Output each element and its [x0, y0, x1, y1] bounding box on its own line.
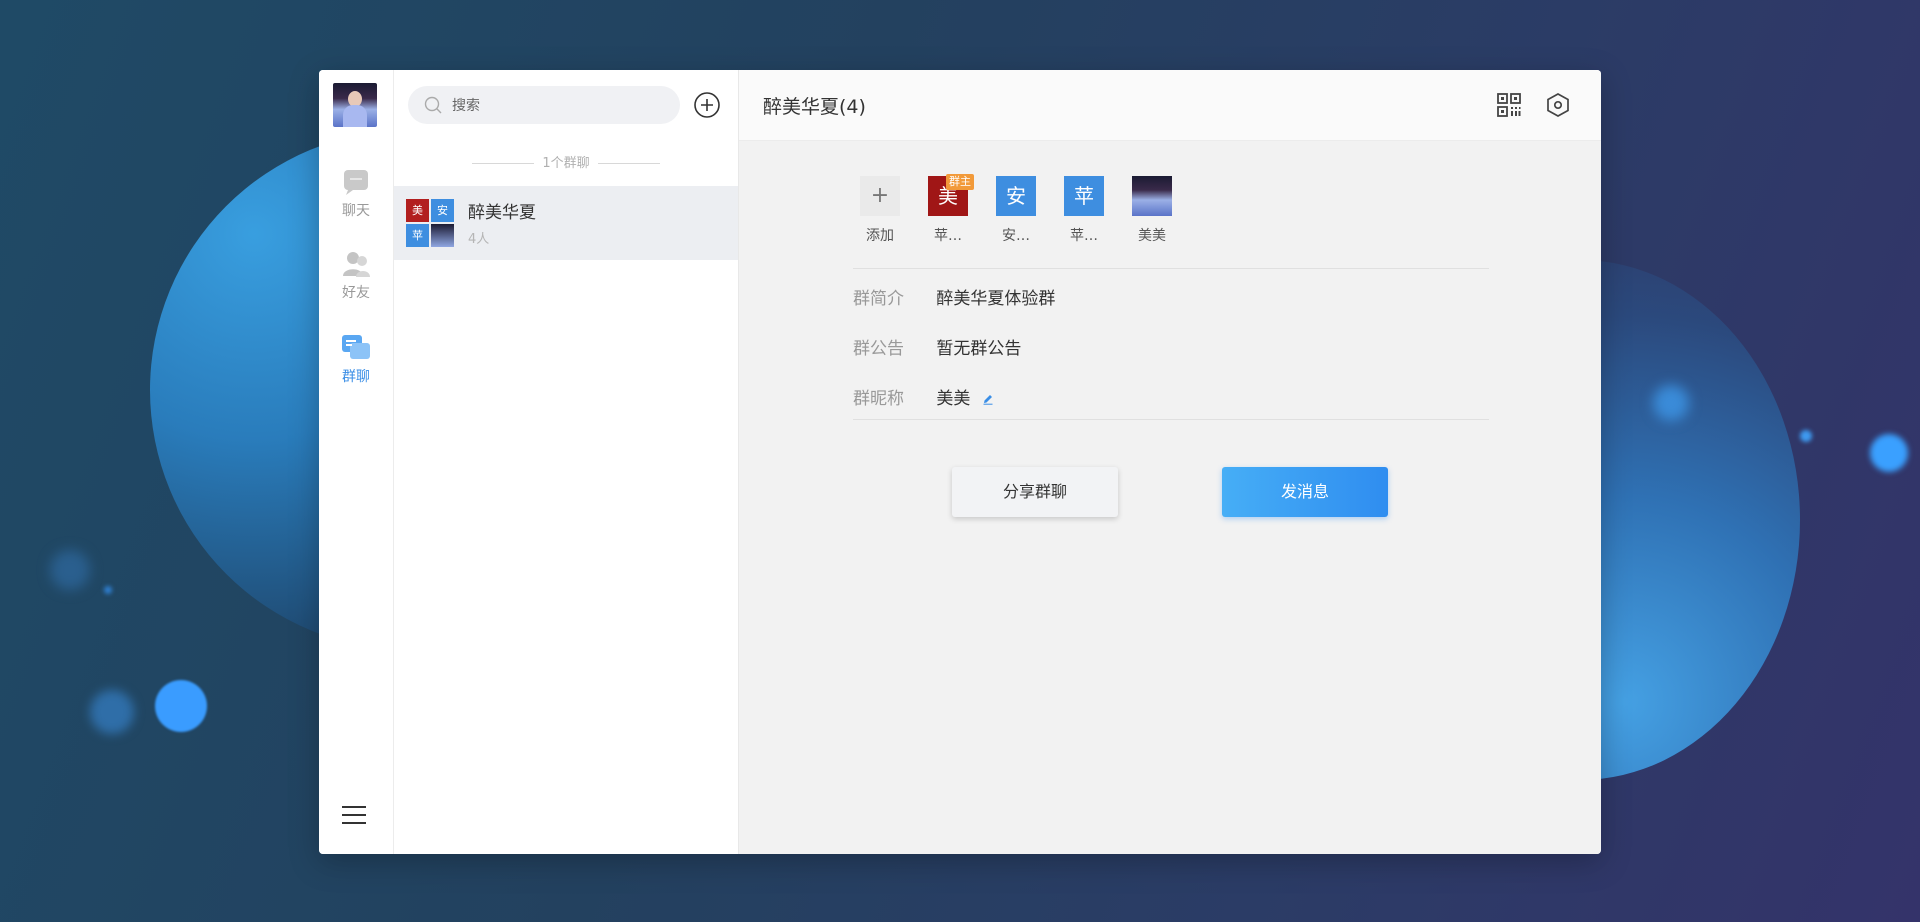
background-dot [1800, 430, 1812, 442]
member-item[interactable]: 苹 苹… [1057, 176, 1111, 245]
background-dot [155, 680, 207, 732]
section-divider: 1个群聊 [394, 152, 738, 171]
hamburger-menu-icon[interactable] [342, 806, 366, 826]
page-title: 醉美华夏(4) [763, 96, 866, 118]
member-label: 添加 [866, 228, 894, 244]
info-value: 美美 [936, 389, 971, 409]
background-dot [50, 550, 90, 590]
user-avatar[interactable] [333, 83, 377, 127]
group-notice-row: 群公告 暂无群公告 [853, 334, 1021, 359]
member-avatar: 苹 [1064, 176, 1104, 216]
member-label: 苹… [1070, 228, 1098, 244]
nav-label-chat: 聊天 [342, 203, 370, 219]
member-avatar [1132, 176, 1172, 216]
avatar-figure [343, 105, 367, 127]
member-item[interactable]: 美美 [1125, 176, 1179, 245]
background-dot [104, 586, 112, 594]
group-detail-panel: 醉美华夏(4) + 添加 美 群主 苹… 安 安… 苹 苹… 美美 群简介 醉美… [739, 70, 1601, 854]
member-label: 安… [1002, 228, 1030, 244]
member-list: + 添加 美 群主 苹… 安 安… 苹 苹… 美美 [853, 174, 1493, 256]
info-value: 醉美华夏体验群 [936, 289, 1056, 309]
group-avatar: 美 安 苹 [406, 199, 454, 247]
member-item[interactable]: 美 群主 苹… [921, 174, 975, 245]
settings-hexagon-icon[interactable] [1545, 92, 1571, 118]
divider [853, 268, 1489, 269]
group-intro-row: 群简介 醉美华夏体验群 [853, 284, 1055, 309]
send-message-button[interactable]: 发消息 [1222, 467, 1388, 517]
detail-header: 醉美华夏(4) [739, 70, 1601, 141]
pencil-edit-icon[interactable] [982, 393, 994, 405]
share-group-button[interactable]: 分享群聊 [952, 467, 1118, 517]
section-label: 1个群聊 [542, 156, 590, 171]
group-avatar-cell [431, 224, 454, 247]
group-name: 醉美华夏 [468, 203, 536, 223]
add-member-avatar: + [860, 176, 900, 216]
add-member-button[interactable]: + 添加 [853, 176, 907, 245]
nav-item-friends[interactable]: 好友 [319, 250, 393, 302]
info-label: 群昵称 [853, 389, 904, 409]
qr-code-icon[interactable] [1496, 92, 1522, 118]
nav-label-friends: 好友 [342, 285, 370, 301]
chat-bubble-icon [344, 170, 368, 195]
member-item[interactable]: 安 安… [989, 176, 1043, 245]
member-label: 苹… [934, 228, 962, 244]
nav-item-chat[interactable]: 聊天 [319, 168, 393, 220]
group-nickname-row: 群昵称 美美 [853, 384, 994, 409]
search-box [408, 86, 680, 126]
nav-label-group-chat: 群聊 [342, 369, 370, 385]
background-dot [1870, 434, 1908, 472]
member-avatar: 美 群主 [928, 174, 974, 216]
nav-rail: 聊天 好友 群聊 [319, 70, 394, 854]
friends-icon [343, 252, 370, 277]
owner-badge: 群主 [946, 174, 974, 190]
member-label: 美美 [1138, 228, 1166, 244]
group-avatar-cell: 美 [406, 199, 429, 222]
group-list-panel: 1个群聊 美 安 苹 醉美华夏 4人 [394, 70, 739, 854]
group-avatar-cell: 苹 [406, 224, 429, 247]
info-label: 群简介 [853, 289, 904, 309]
group-avatar-cell: 安 [431, 199, 454, 222]
search-icon [424, 96, 442, 114]
add-circle-icon[interactable] [693, 91, 721, 119]
group-list-item[interactable]: 美 安 苹 醉美华夏 4人 [394, 186, 738, 260]
info-value: 暂无群公告 [936, 339, 1022, 359]
group-member-count: 4人 [468, 232, 490, 247]
group-chat-icon [342, 335, 370, 359]
divider [853, 419, 1489, 420]
background-dot [1653, 385, 1689, 421]
member-avatar: 安 [996, 176, 1036, 216]
search-input[interactable] [450, 86, 674, 126]
background-dot [90, 690, 134, 734]
info-label: 群公告 [853, 339, 904, 359]
nav-item-group-chat[interactable]: 群聊 [319, 334, 393, 386]
app-window: 聊天 好友 群聊 搜索 1个群聊 美 安 苹 醉美华夏 4人 醉美华夏(4) +… [319, 70, 1601, 854]
